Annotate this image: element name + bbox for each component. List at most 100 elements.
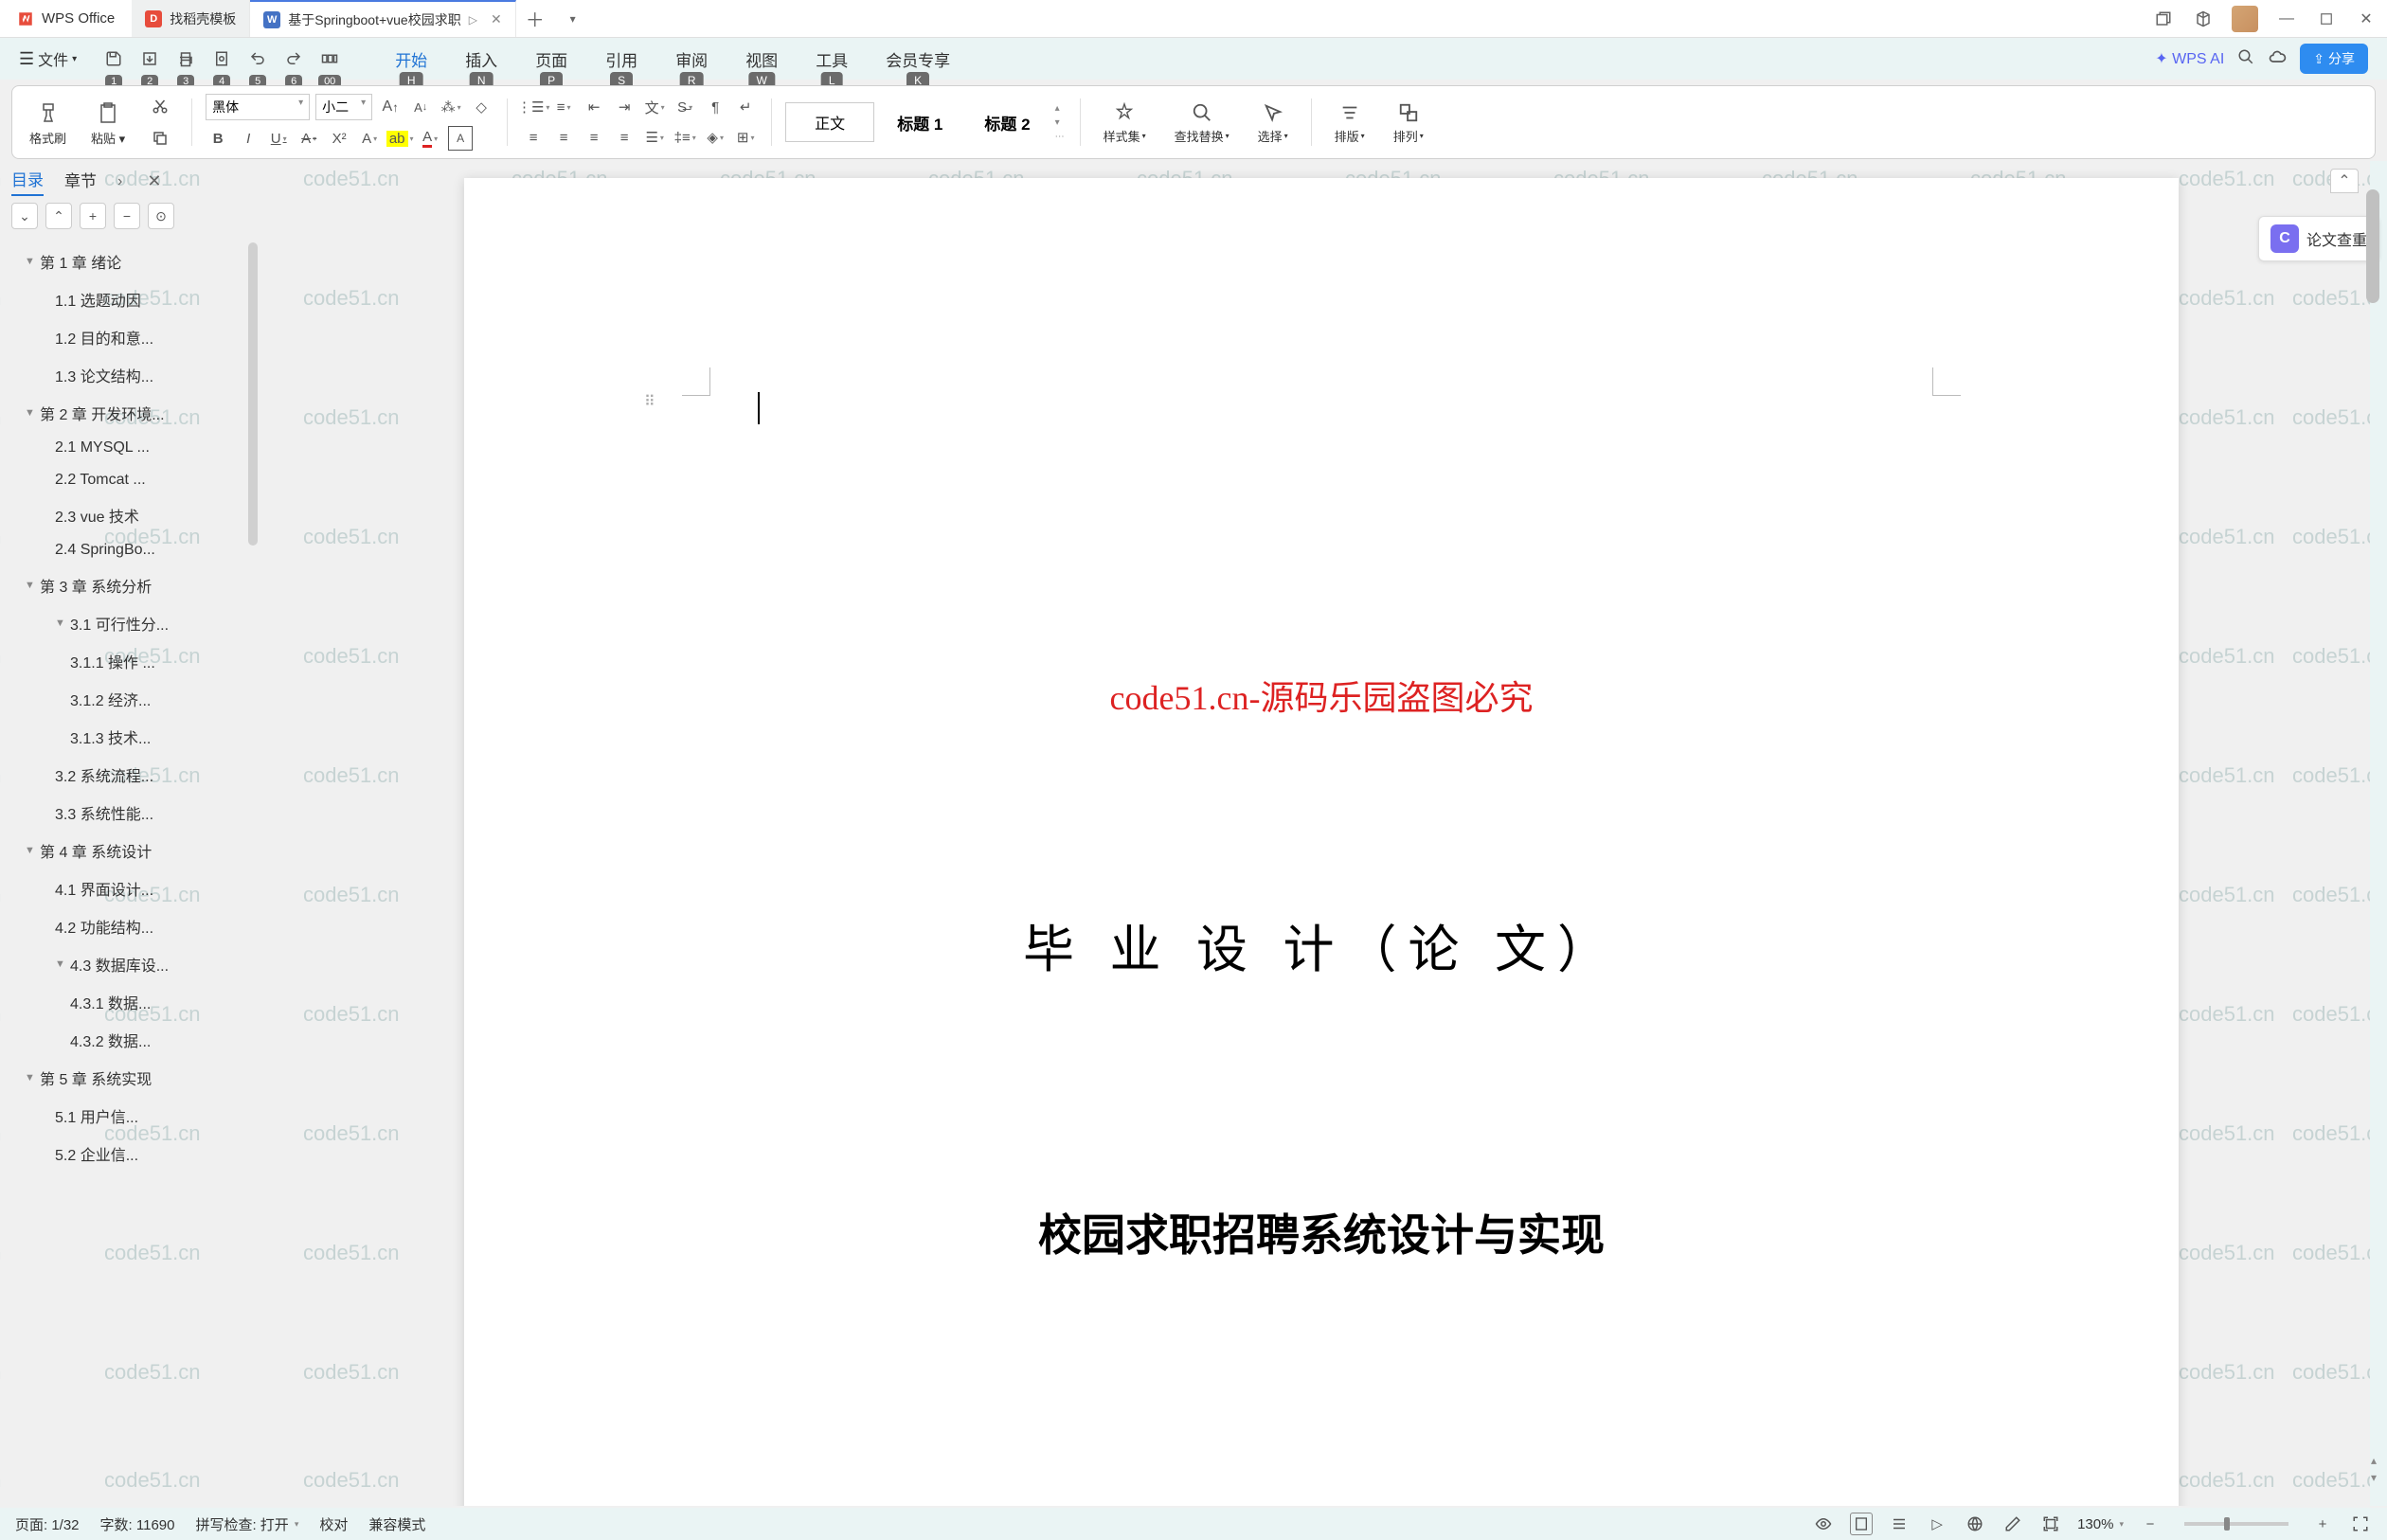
- outline-node[interactable]: 3.3 系统性能...: [17, 794, 256, 832]
- caret-icon[interactable]: ▼: [25, 256, 40, 267]
- align-right-icon[interactable]: ≡: [582, 125, 606, 150]
- styleset-group[interactable]: 样式集: [1094, 100, 1156, 145]
- present-icon[interactable]: ▷: [469, 13, 477, 27]
- wps-ai-button[interactable]: ✦ WPS AI: [2155, 49, 2224, 68]
- font-name-combo[interactable]: 黑体▾: [206, 94, 310, 120]
- outline-node[interactable]: 3.1.2 经济...: [17, 680, 256, 718]
- zoom-slider[interactable]: [2184, 1522, 2288, 1526]
- redo-icon[interactable]: 6: [283, 48, 304, 69]
- scroll-up-icon[interactable]: ▴: [2366, 1453, 2381, 1468]
- app-logo[interactable]: WPS Office: [0, 10, 132, 27]
- add-icon[interactable]: +: [80, 203, 106, 229]
- close-button[interactable]: ✕: [2355, 8, 2378, 30]
- menu-K[interactable]: 会员专享K: [886, 47, 950, 71]
- web-icon[interactable]: [1964, 1513, 1986, 1535]
- outline-node[interactable]: ▼4.3 数据库设...: [17, 945, 256, 983]
- tab-chapter[interactable]: 章节: [64, 168, 97, 195]
- preview-icon[interactable]: 4: [211, 48, 232, 69]
- copy-icon[interactable]: [148, 126, 172, 151]
- outline-node[interactable]: ▼第 2 章 开发环境...: [17, 394, 256, 432]
- vertical-scrollbar[interactable]: ▴ ▾: [2366, 189, 2381, 1502]
- font-color-button[interactable]: A: [418, 126, 442, 151]
- outline-node[interactable]: 2.4 SpringBo...: [17, 534, 256, 566]
- shading-icon[interactable]: ◈: [703, 125, 727, 150]
- format-brush-group[interactable]: 格式刷: [22, 98, 74, 147]
- menu-P[interactable]: 页面P: [535, 47, 567, 71]
- menu-S[interactable]: 引用S: [605, 47, 637, 71]
- find-replace-group[interactable]: 查找替换: [1165, 100, 1239, 145]
- outline-node[interactable]: 1.2 目的和意...: [17, 318, 256, 356]
- italic-button[interactable]: I: [236, 126, 260, 151]
- style-heading2[interactable]: 标题 2: [965, 103, 1049, 142]
- remove-icon[interactable]: −: [114, 203, 140, 229]
- search-icon[interactable]: [2237, 48, 2254, 70]
- menu-W[interactable]: 视图W: [745, 47, 778, 71]
- outline-node[interactable]: ▼3.1 可行性分...: [17, 604, 256, 642]
- close-sidebar-icon[interactable]: ✕: [147, 171, 161, 191]
- more-icon[interactable]: 00: [319, 48, 340, 69]
- change-case-icon[interactable]: ⁂: [439, 95, 463, 119]
- outline-node[interactable]: ▼第 1 章 绪论: [17, 242, 256, 280]
- outline-view-icon[interactable]: [1888, 1513, 1911, 1535]
- outline-scrollbar[interactable]: [248, 242, 258, 546]
- page-view-icon[interactable]: [1850, 1513, 1873, 1535]
- character-border-button[interactable]: A: [448, 126, 473, 151]
- cube-icon[interactable]: [2192, 8, 2215, 30]
- expand-all-icon[interactable]: ⌄: [11, 203, 38, 229]
- text-direction-icon[interactable]: 文: [642, 95, 667, 119]
- style-heading1[interactable]: 标题 1: [878, 103, 961, 142]
- zoom-in-icon[interactable]: +: [2311, 1513, 2334, 1535]
- gallery-expand[interactable]: ▴▾⋯: [1053, 101, 1067, 144]
- slider-handle[interactable]: [2224, 1517, 2230, 1531]
- print-icon[interactable]: 3: [175, 48, 196, 69]
- word-count[interactable]: 字数: 11690: [100, 1514, 175, 1534]
- select-group[interactable]: 选择: [1248, 100, 1298, 145]
- caret-icon[interactable]: ▼: [25, 1072, 40, 1083]
- caret-icon[interactable]: ▼: [25, 407, 40, 419]
- zoom-level[interactable]: 130%: [2077, 1516, 2124, 1532]
- line-spacing-icon[interactable]: ‡≡: [673, 125, 697, 150]
- tab-menu-button[interactable]: ▾: [554, 0, 592, 37]
- maximize-button[interactable]: [2315, 8, 2338, 30]
- outline-node[interactable]: 3.2 系统流程...: [17, 756, 256, 794]
- paste-group[interactable]: 粘贴 ▾: [83, 98, 133, 147]
- minimize-button[interactable]: —: [2275, 8, 2298, 30]
- plagiarism-check-button[interactable]: C 论文查重: [2258, 216, 2379, 261]
- export-icon[interactable]: 2: [139, 48, 160, 69]
- proof-status[interactable]: 校对: [319, 1514, 348, 1534]
- arrange-group[interactable]: 排列: [1384, 100, 1433, 145]
- outline-node[interactable]: ▼第 3 章 系统分析: [17, 566, 256, 604]
- bold-button[interactable]: B: [206, 126, 230, 151]
- emphasis-button[interactable]: A: [357, 126, 382, 151]
- fullscreen-icon[interactable]: [2349, 1513, 2372, 1535]
- current-style[interactable]: 正文: [785, 102, 874, 142]
- outline-node[interactable]: 5.2 企业信...: [17, 1135, 256, 1173]
- outline-node[interactable]: 2.3 vue 技术: [17, 496, 256, 534]
- outline-node[interactable]: 3.1.1 操作 ...: [17, 642, 256, 680]
- decrease-font-icon[interactable]: A↓: [408, 95, 433, 119]
- menu-L[interactable]: 工具L: [816, 47, 848, 71]
- close-icon[interactable]: ✕: [491, 11, 502, 27]
- clear-format-icon[interactable]: ◇: [469, 95, 494, 119]
- outline-node[interactable]: 4.1 界面设计...: [17, 869, 256, 907]
- eye-icon[interactable]: [1812, 1513, 1835, 1535]
- border-icon[interactable]: ⊞: [733, 125, 758, 150]
- next-tab-icon[interactable]: ›: [117, 173, 122, 190]
- menu-H[interactable]: 开始H: [395, 47, 427, 71]
- highlight-button[interactable]: ab: [387, 126, 412, 151]
- collapse-all-icon[interactable]: ⌃: [45, 203, 72, 229]
- sync-icon[interactable]: ⊙: [148, 203, 174, 229]
- document-page[interactable]: ⠿ code51.cn-源码乐园盗图必究 毕 业 设 计（论 文） 校园求职招聘…: [464, 178, 2179, 1506]
- menu-N[interactable]: 插入N: [465, 47, 497, 71]
- collapse-ribbon-icon[interactable]: ⌃: [2330, 169, 2359, 193]
- strikethrough-button[interactable]: A: [296, 126, 321, 151]
- superscript-button[interactable]: X²: [327, 126, 351, 151]
- outline-node[interactable]: 3.1.3 技术...: [17, 718, 256, 756]
- focus-icon[interactable]: [2039, 1513, 2062, 1535]
- underline-button[interactable]: U: [266, 126, 291, 151]
- outline-node[interactable]: 1.1 选题动因: [17, 280, 256, 318]
- caret-icon[interactable]: ▼: [25, 580, 40, 591]
- decrease-indent-icon[interactable]: ⇤: [582, 95, 606, 119]
- outline-node[interactable]: 2.2 Tomcat ...: [17, 464, 256, 496]
- outline-node[interactable]: ▼第 5 章 系统实现: [17, 1059, 256, 1097]
